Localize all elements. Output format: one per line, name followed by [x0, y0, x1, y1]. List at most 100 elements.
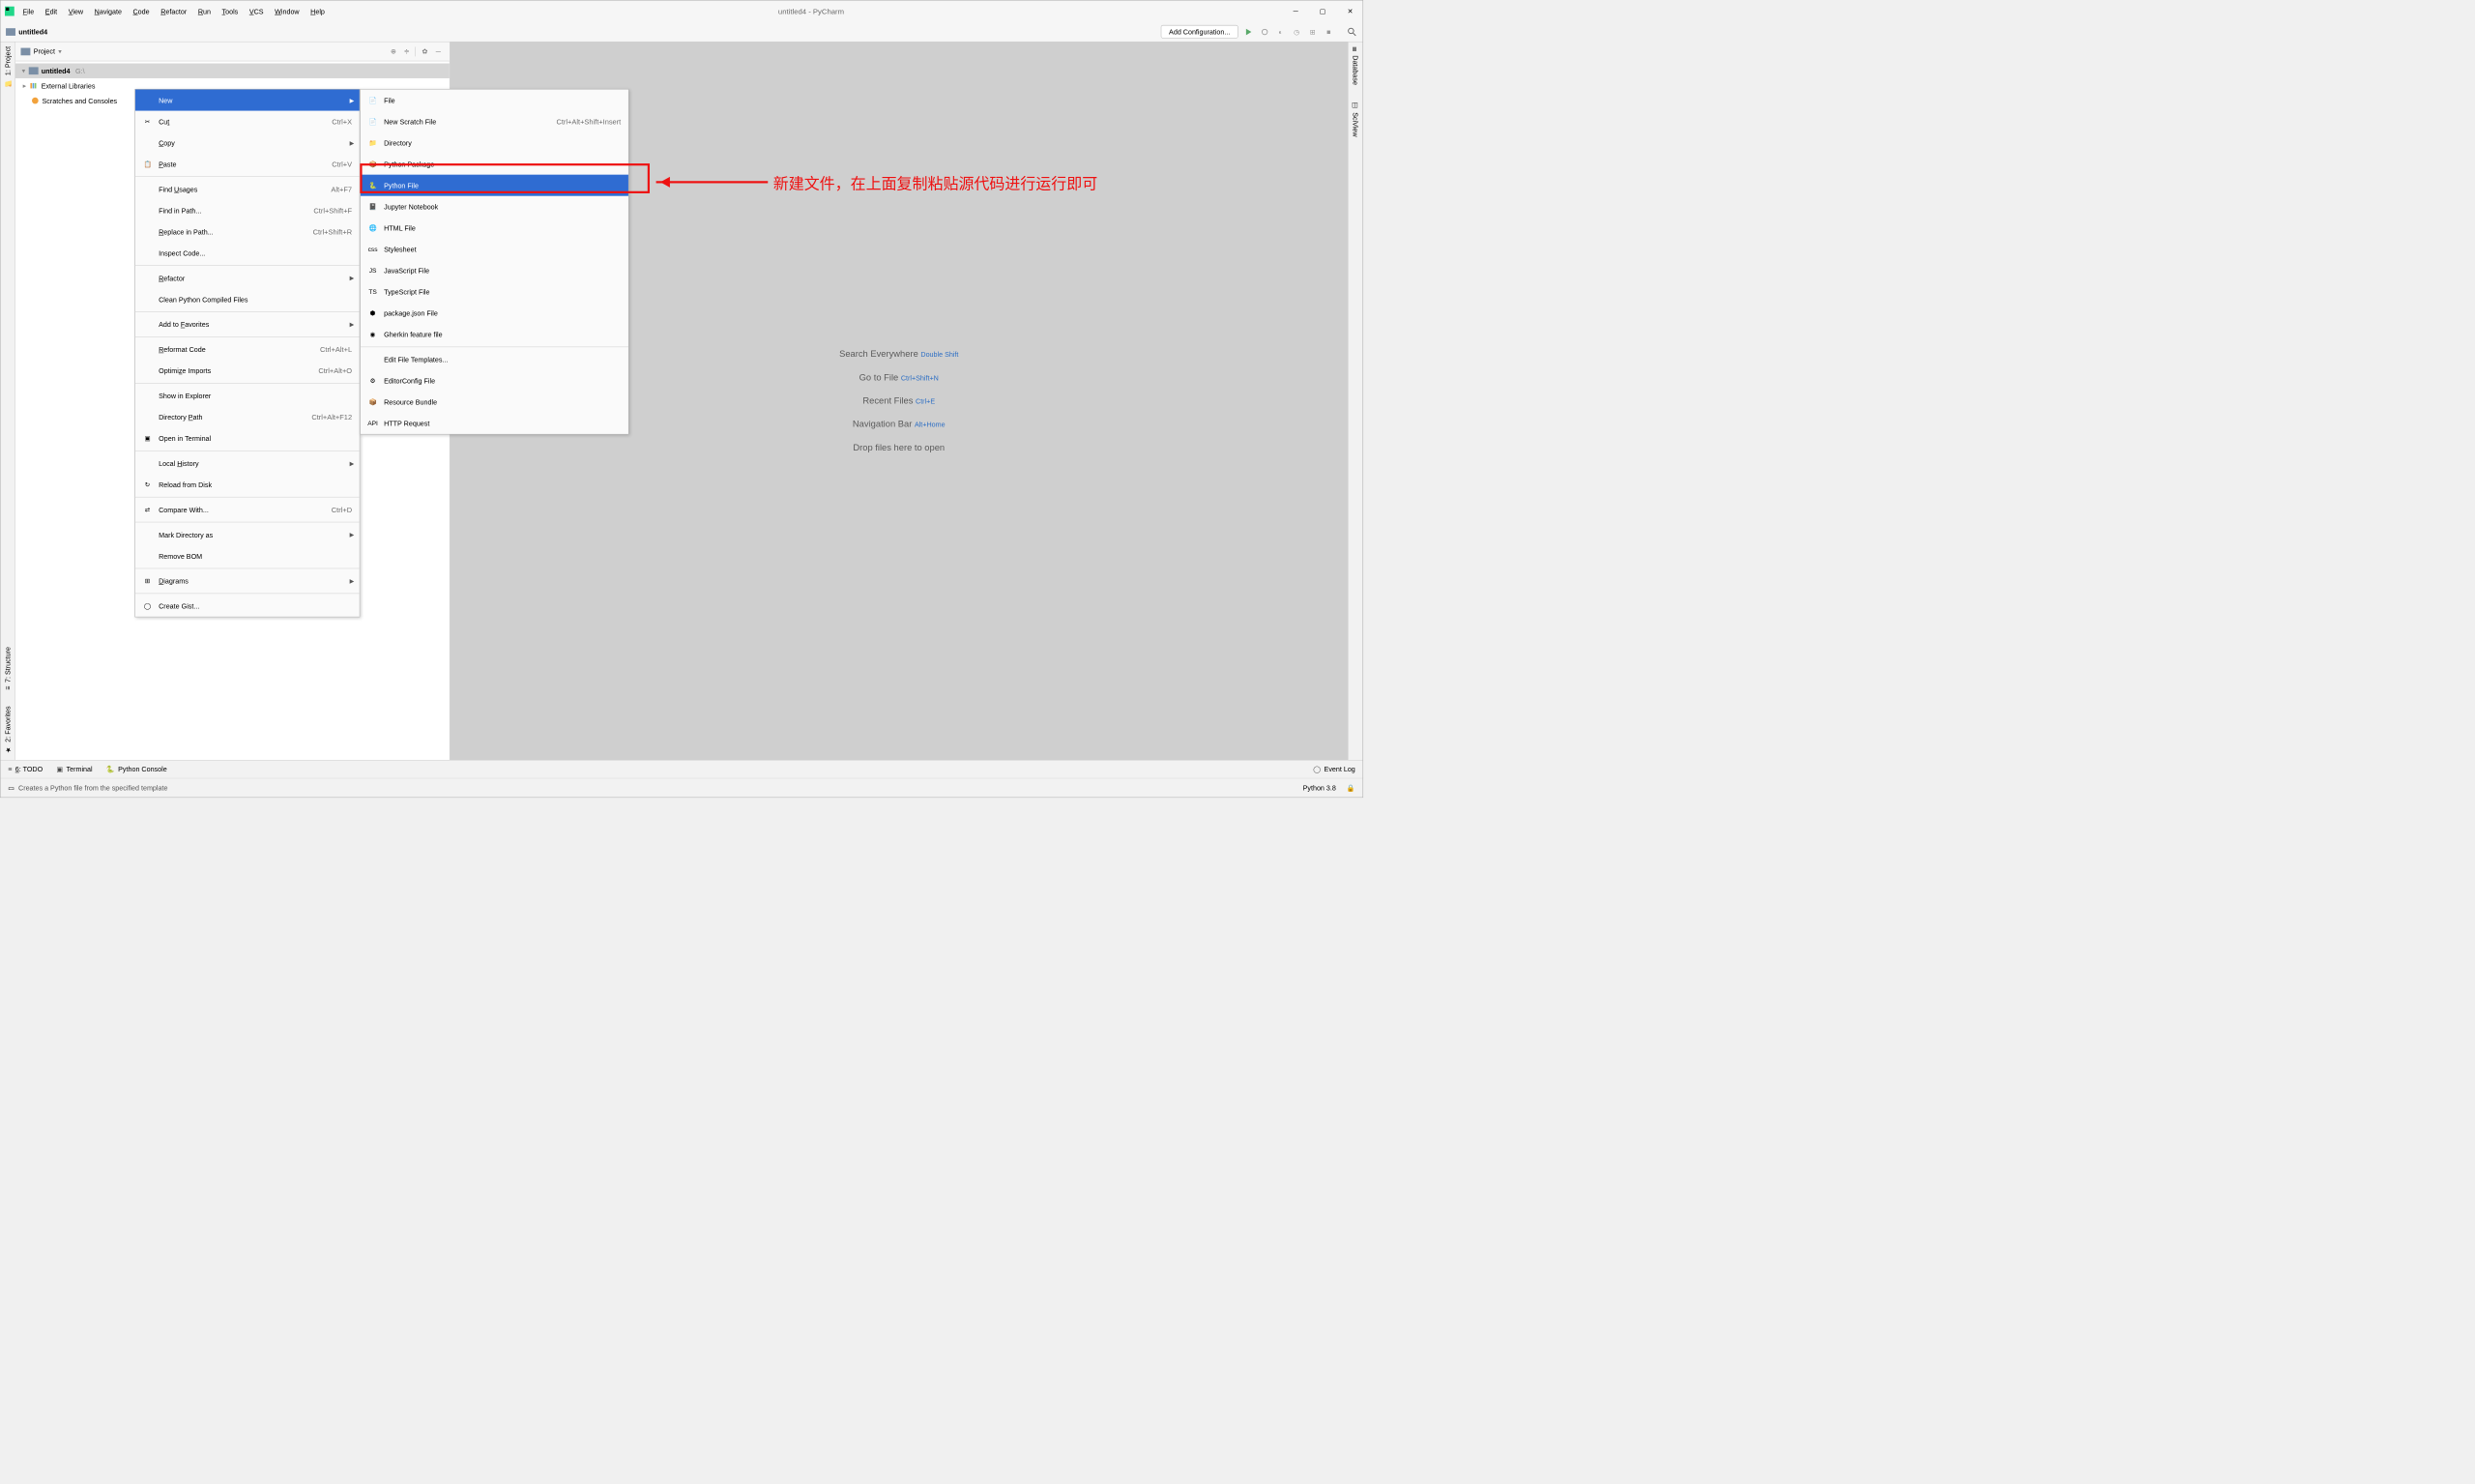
menu-view[interactable]: View	[64, 6, 87, 17]
tab-todo[interactable]: ≡ 6: TODO	[8, 765, 43, 772]
tab-python-console[interactable]: 🐍 Python Console	[106, 765, 167, 773]
gear-icon[interactable]: ✿	[419, 45, 430, 57]
sidebar-title[interactable]: Project ▾	[20, 47, 61, 56]
item-icon: ⇄	[143, 505, 153, 514]
menu-tools[interactable]: Tools	[218, 6, 243, 17]
item-icon: ◯	[143, 601, 153, 611]
menu-item-reformat-code[interactable]: Reformat CodeCtrl+Alt+L	[135, 338, 360, 360]
tab-database[interactable]: ≣Database	[1352, 46, 1359, 85]
menu-item-stylesheet[interactable]: cssStylesheet	[361, 239, 628, 260]
event-log[interactable]: ◯ Event Log	[1313, 765, 1355, 773]
menu-edit[interactable]: Edit	[41, 6, 61, 17]
menu-item-package-json-file[interactable]: ⬢package.json File	[361, 303, 628, 324]
menu-file[interactable]: File	[18, 6, 38, 17]
breadcrumb-item: untitled4	[18, 28, 47, 36]
item-icon	[143, 96, 153, 105]
menu-item-new[interactable]: New▶	[135, 90, 360, 111]
menu-item-resource-bundle[interactable]: 📦Resource Bundle	[361, 392, 628, 413]
menu-run[interactable]: Run	[193, 6, 215, 17]
menu-navigate[interactable]: Navigate	[90, 6, 126, 17]
status-message: Creates a Python file from the specified…	[18, 784, 167, 792]
menu-item-directory[interactable]: 📁Directory	[361, 132, 628, 154]
expand-icon[interactable]: ≑	[401, 45, 413, 57]
run-icon[interactable]	[1243, 26, 1254, 37]
menu-vcs[interactable]: VCS	[245, 6, 268, 17]
add-configuration-button[interactable]: Add Configuration...	[1161, 25, 1238, 39]
menu-help[interactable]: Help	[306, 6, 330, 17]
menu-item-new-scratch-file[interactable]: 📄New Scratch FileCtrl+Alt+Shift+Insert	[361, 111, 628, 132]
item-icon	[143, 530, 153, 539]
menu-item-clean-python-compiled-files[interactable]: Clean Python Compiled Files	[135, 289, 360, 310]
item-icon: 📄	[368, 117, 378, 127]
tab-project[interactable]: 📁1: Project	[4, 46, 12, 87]
menu-item-refactor[interactable]: Refactor▶	[135, 268, 360, 289]
concurrency-icon[interactable]: ⊞	[1307, 26, 1318, 37]
item-icon	[143, 412, 153, 422]
locate-icon[interactable]: ⊕	[388, 45, 399, 57]
left-gutter: 📁1: Project ≡7: Structure ★2: Favorites	[1, 43, 15, 760]
menu-refactor[interactable]: Refactor	[157, 6, 191, 17]
lock-icon[interactable]: 🔒	[1347, 784, 1355, 793]
item-icon: 📄	[368, 96, 378, 105]
menu-item-python-package[interactable]: 📦Python Package	[361, 154, 628, 175]
menu-item-find-usages[interactable]: Find UsagesAlt+F7	[135, 179, 360, 200]
menu-item-find-in-path-[interactable]: Find in Path...Ctrl+Shift+F	[135, 200, 360, 221]
menu-item-local-history[interactable]: Local History▶	[135, 452, 360, 474]
menu-item-edit-file-templates-[interactable]: Edit File Templates...	[361, 349, 628, 370]
maximize-button[interactable]: ▢	[1320, 7, 1326, 15]
close-button[interactable]: ✕	[1348, 7, 1354, 15]
menu-item-inspect-code-[interactable]: Inspect Code...	[135, 243, 360, 264]
item-icon: 🐍	[368, 181, 378, 190]
menu-item-html-file[interactable]: 🌐HTML File	[361, 218, 628, 239]
menu-item-paste[interactable]: 📋PasteCtrl+V	[135, 154, 360, 175]
interpreter-label[interactable]: Python 3.8	[1303, 784, 1336, 793]
item-icon	[143, 551, 153, 561]
profile-icon[interactable]: ◷	[1292, 26, 1302, 37]
menu-item-cut[interactable]: ✂CutCtrl+X	[135, 111, 360, 132]
tab-terminal[interactable]: ▣ Terminal	[56, 765, 92, 773]
tab-structure[interactable]: ≡7: Structure	[4, 647, 12, 690]
debug-icon[interactable]	[1260, 26, 1270, 37]
menu-item-compare-with-[interactable]: ⇄Compare With...Ctrl+D	[135, 499, 360, 520]
tree-root[interactable]: ▾ untitled4 G:\	[15, 64, 450, 78]
menu-item-file[interactable]: 📄File	[361, 90, 628, 111]
menu-item-http-request[interactable]: APIHTTP Request	[361, 413, 628, 434]
welcome-hint: Go to File Ctrl+Shift+N	[859, 372, 939, 383]
menu-item-jupyter-notebook[interactable]: 📓Jupyter Notebook	[361, 196, 628, 218]
search-icon[interactable]	[1347, 26, 1357, 37]
hide-icon[interactable]: ─	[432, 45, 444, 57]
menu-item-python-file[interactable]: 🐍Python File	[361, 175, 628, 196]
menu-code[interactable]: Code	[129, 6, 154, 17]
menu-item-optimize-imports[interactable]: Optimize ImportsCtrl+Alt+O	[135, 360, 360, 381]
item-icon: ⊞	[143, 576, 153, 586]
menu-item-reload-from-disk[interactable]: ↻Reload from Disk	[135, 474, 360, 495]
app-icon	[5, 7, 15, 16]
menu-item-mark-directory-as[interactable]: Mark Directory as▶	[135, 524, 360, 545]
menu-item-remove-bom[interactable]: Remove BOM	[135, 545, 360, 567]
item-icon	[143, 295, 153, 305]
menu-item-javascript-file[interactable]: JSJavaScript File	[361, 260, 628, 281]
item-icon: API	[368, 419, 378, 428]
coverage-icon[interactable]: ◐	[1275, 26, 1286, 37]
minimize-button[interactable]: ─	[1294, 7, 1298, 15]
titlebar: FileEditViewNavigateCodeRefactorRunTools…	[1, 1, 1363, 22]
breadcrumb[interactable]: untitled4	[6, 28, 47, 36]
menu-item-copy[interactable]: Copy▶	[135, 132, 360, 154]
menu-item-add-to-favorites[interactable]: Add to Favorites▶	[135, 313, 360, 335]
menu-item-replace-in-path-[interactable]: Replace in Path...Ctrl+Shift+R	[135, 221, 360, 243]
item-icon: ⚙	[368, 376, 378, 386]
menu-item-create-gist-[interactable]: ◯Create Gist...	[135, 596, 360, 617]
menu-item-directory-path[interactable]: Directory PathCtrl+Alt+F12	[135, 406, 360, 427]
menu-window[interactable]: Window	[271, 6, 304, 17]
tab-sciview[interactable]: ◫SciView	[1352, 101, 1359, 136]
menu-item-typescript-file[interactable]: TSTypeScript File	[361, 281, 628, 303]
menu-item-show-in-explorer[interactable]: Show in Explorer	[135, 385, 360, 406]
item-icon: 📋	[143, 160, 153, 169]
stop-icon[interactable]: ■	[1324, 26, 1334, 37]
tab-favorites[interactable]: ★2: Favorites	[4, 706, 12, 753]
menu-item-diagrams[interactable]: ⊞Diagrams▶	[135, 570, 360, 592]
status-bar: ▭ Creates a Python file from the specifi…	[1, 778, 1363, 798]
menu-item-editorconfig-file[interactable]: ⚙EditorConfig File	[361, 370, 628, 392]
menu-item-gherkin-feature-file[interactable]: ◉Gherkin feature file	[361, 324, 628, 345]
menu-item-open-in-terminal[interactable]: ▣Open in Terminal	[135, 427, 360, 449]
